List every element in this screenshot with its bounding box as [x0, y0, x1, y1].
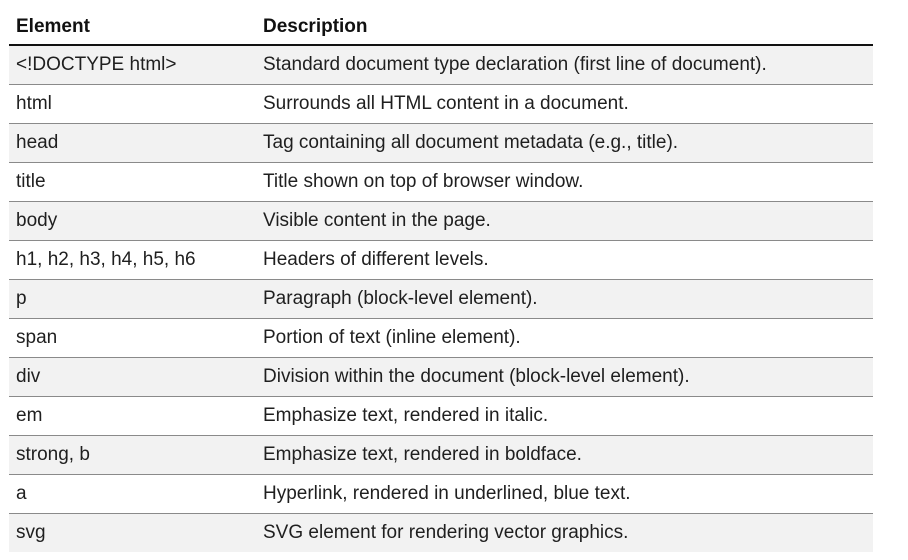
table-row: <!DOCTYPE html> Standard document type d… — [9, 45, 873, 85]
description-cell: SVG element for rendering vector graphic… — [256, 513, 873, 552]
description-cell: Visible content in the page. — [256, 201, 873, 241]
table-row: svg SVG element for rendering vector gra… — [9, 513, 873, 552]
element-cell: strong, b — [9, 435, 256, 475]
html-elements-table: Element Description <!DOCTYPE html> Stan… — [9, 10, 873, 552]
description-cell: Portion of text (inline element). — [256, 318, 873, 358]
table-row: em Emphasize text, rendered in italic. — [9, 396, 873, 436]
table-row: h1, h2, h3, h4, h5, h6 Headers of differ… — [9, 240, 873, 280]
element-cell: a — [9, 474, 256, 514]
table-header: Element Description — [9, 10, 873, 46]
element-cell: title — [9, 162, 256, 202]
header-row: Element Description — [9, 10, 873, 46]
element-cell: body — [9, 201, 256, 241]
table-row: head Tag containing all document metadat… — [9, 123, 873, 163]
element-cell: <!DOCTYPE html> — [9, 45, 256, 85]
table-row: title Title shown on top of browser wind… — [9, 162, 873, 202]
column-header-element: Element — [9, 10, 256, 46]
element-cell: html — [9, 84, 256, 124]
description-cell: Emphasize text, rendered in boldface. — [256, 435, 873, 475]
element-cell: head — [9, 123, 256, 163]
page: Element Description <!DOCTYPE html> Stan… — [0, 0, 908, 560]
description-cell: Emphasize text, rendered in italic. — [256, 396, 873, 436]
description-cell: Headers of different levels. — [256, 240, 873, 280]
table-row: body Visible content in the page. — [9, 201, 873, 241]
table-row: span Portion of text (inline element). — [9, 318, 873, 358]
element-cell: em — [9, 396, 256, 436]
element-cell: svg — [9, 513, 256, 552]
element-cell: div — [9, 357, 256, 397]
description-cell: Surrounds all HTML content in a document… — [256, 84, 873, 124]
table-row: div Division within the document (block-… — [9, 357, 873, 397]
table-row: p Paragraph (block-level element). — [9, 279, 873, 319]
element-cell: span — [9, 318, 256, 358]
table-row: html Surrounds all HTML content in a doc… — [9, 84, 873, 124]
description-cell: Standard document type declaration (firs… — [256, 45, 873, 85]
description-cell: Tag containing all document metadata (e.… — [256, 123, 873, 163]
table-row: a Hyperlink, rendered in underlined, blu… — [9, 474, 873, 514]
description-cell: Division within the document (block-leve… — [256, 357, 873, 397]
column-header-description: Description — [256, 10, 873, 46]
description-cell: Title shown on top of browser window. — [256, 162, 873, 202]
description-cell: Hyperlink, rendered in underlined, blue … — [256, 474, 873, 514]
table-row: strong, b Emphasize text, rendered in bo… — [9, 435, 873, 475]
element-cell: p — [9, 279, 256, 319]
table-body: <!DOCTYPE html> Standard document type d… — [9, 45, 873, 552]
element-cell: h1, h2, h3, h4, h5, h6 — [9, 240, 256, 280]
description-cell: Paragraph (block-level element). — [256, 279, 873, 319]
